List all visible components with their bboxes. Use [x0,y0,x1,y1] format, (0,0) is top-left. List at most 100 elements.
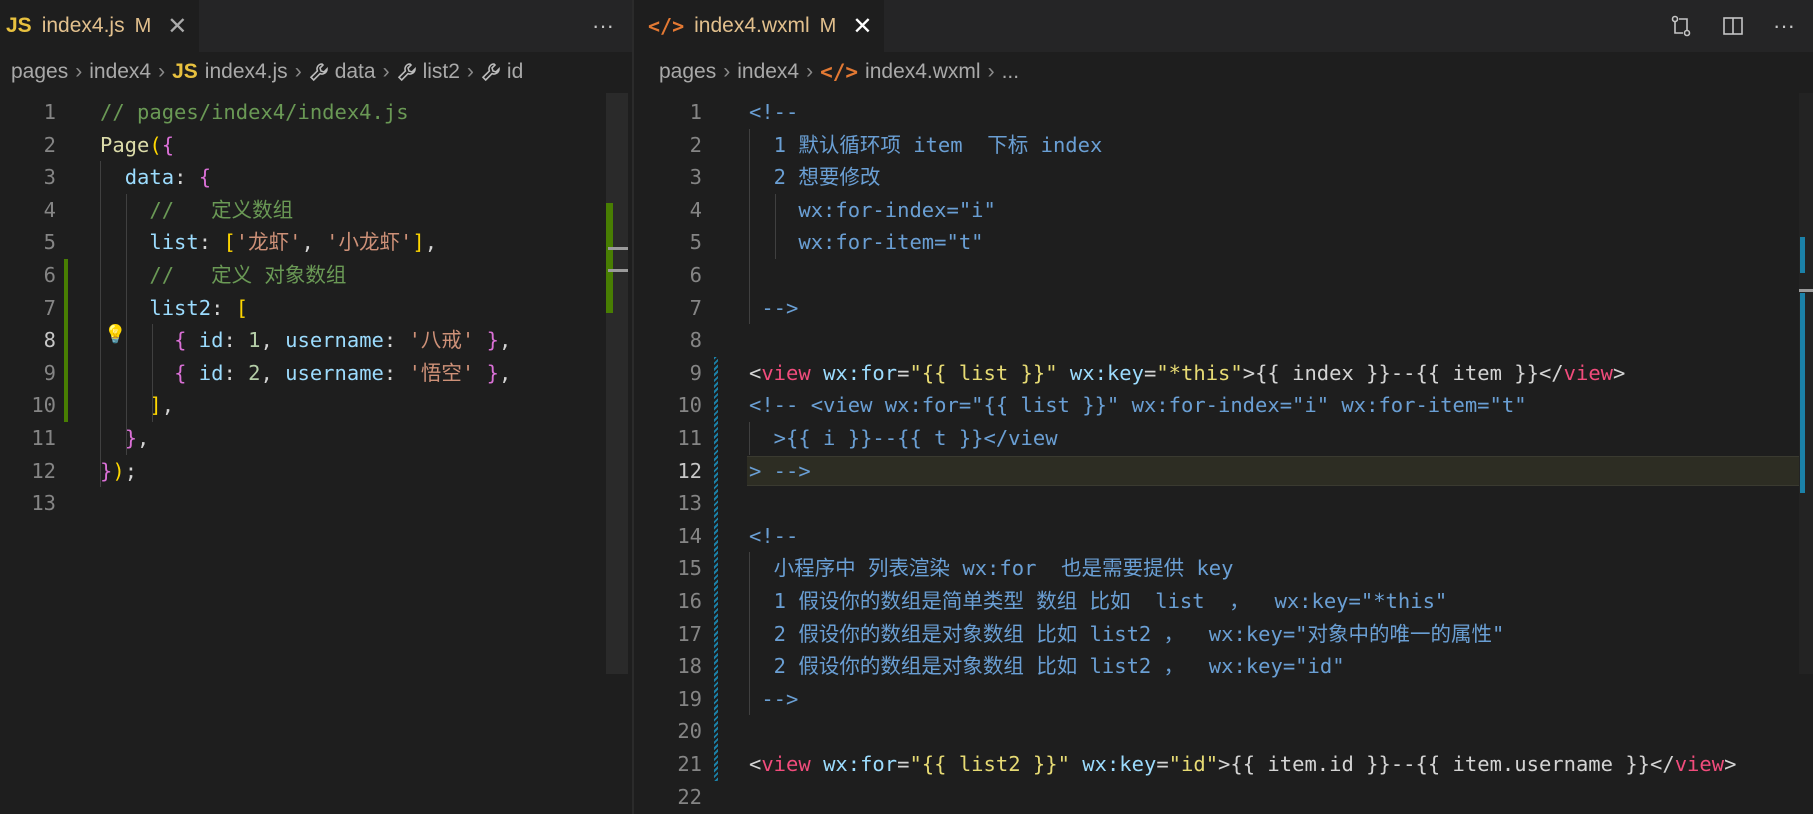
line-number: 6 [689,263,702,287]
breadcrumb-item[interactable]: JS index4.js [172,60,288,84]
chevron-right-icon: › [158,60,166,83]
code-line[interactable]: 6 [634,259,1813,292]
breadcrumb-item[interactable]: data [309,60,376,84]
minimap-selection-marker [608,247,628,250]
chevron-right-icon: › [806,60,814,83]
breadcrumb-item[interactable]: ... [1002,60,1020,84]
line-number: 11 [31,426,56,450]
code-line[interactable]: 13 [0,487,632,520]
chevron-right-icon: › [75,60,83,83]
code-line[interactable]: 16 1 假设你的数组是简单类型 数组 比如 list ， wx:key="*t… [634,585,1813,618]
more-actions-icon[interactable]: ··· [1773,13,1795,39]
close-icon[interactable]: ✕ [167,12,187,41]
lightbulb-icon[interactable]: 💡 [104,324,126,345]
code-line[interactable]: 5 wx:for-item="t" [634,226,1813,259]
code-text: { id: 1, username: '八戒' }, [174,328,512,353]
xml-file-icon: </> [820,60,859,84]
line-number: 4 [689,197,702,222]
breadcrumb-item[interactable]: pages [11,60,68,84]
line-number: 13 [31,491,56,516]
code-line[interactable]: 1 <!-- [634,96,1813,129]
breadcrumb-item[interactable]: list2 [397,60,460,84]
code-line[interactable]: 15 小程序中 列表渲染 wx:for 也是需要提供 key [634,552,1813,585]
code-line[interactable]: 21 <view wx:for="{{ list2 }}" wx:key="id"… [634,748,1813,781]
code-text: // pages/index4/index4.js [100,100,409,124]
line-number: 1 [689,100,702,124]
line-number: 21 [677,752,702,776]
code-line[interactable]: 8 { id: 1, username: '八戒' }, [0,324,632,357]
line-number: 7 [43,295,56,320]
code-line[interactable]: 14 <!-- [634,520,1813,553]
code-line[interactable]: 10 ], [0,389,632,422]
wrench-icon [309,63,328,82]
close-icon[interactable]: ✕ [852,12,872,41]
line-number: 2 [689,132,702,157]
code-text: // 定义数组 [100,197,294,222]
line-number: 5 [43,230,56,255]
code-line[interactable]: 5 list: ['龙虾', '小龙虾'], [0,226,632,259]
js-file-icon: JS [172,60,198,83]
code-text: <view wx:for="{{ list2 }}" wx:key="id">{… [749,752,1737,776]
code-editor[interactable]: 1 <!-- 2 1 默认循环项 item 下标 index 3 2 想要修改 4 wx… [634,93,1813,814]
code-text: list: ['龙虾', '小龙虾'], [149,230,438,255]
minimap-selection-marker [1799,289,1813,292]
code-line[interactable]: 4 // 定义数组 [0,194,632,227]
code-line[interactable]: 10 <!-- <view wx:for="{{ list }}" wx:for-… [634,389,1813,422]
code-line[interactable]: 18 2 假设你的数组是对象数组 比如 list2 ， wx:key="id" [634,650,1813,683]
breadcrumb: pages › index4 › JS index4.js › data › li… [0,52,632,92]
gutter-change-marker [714,356,718,781]
code-line[interactable]: 9 { id: 2, username: '悟空' }, [0,357,632,390]
line-number: 8 [689,328,702,353]
compare-changes-icon[interactable] [1669,14,1693,38]
code-line[interactable]: 12 > --> [634,455,1813,488]
code-line[interactable]: 11 >{{ i }}--{{ t }}</view [634,422,1813,455]
split-editor-icon[interactable] [1721,14,1745,38]
code-line[interactable]: 12}); [0,455,632,488]
code-line[interactable]: 4 wx:for-index="i" [634,194,1813,227]
code-text: <!-- [749,100,799,124]
breadcrumb-item[interactable]: pages [659,60,716,84]
code-line[interactable]: 3 data: { [0,161,632,194]
code-line[interactable]: 6 // 定义 对象数组 [0,259,632,292]
left-editor-group: JS index4.js M ✕ ··· pages › index4 › JS… [0,0,632,814]
indent-guide [100,161,101,488]
code-text: 1 假设你的数组是简单类型 数组 比如 list ， wx:key="*this… [749,589,1448,613]
code-line[interactable]: 7 list2: [ [0,292,632,325]
code-line[interactable]: 9 <view wx:for="{{ list }}" wx:key="*this… [634,357,1813,390]
code-text: data: { [124,165,212,190]
code-text: }, [124,426,150,450]
code-text: 小程序中 列表渲染 wx:for 也是需要提供 key [749,556,1234,581]
line-number: 12 [677,458,702,483]
code-line[interactable]: 2 Page({ [0,129,632,162]
more-actions-icon[interactable]: ··· [592,13,614,39]
vertical-scrollbar[interactable] [606,93,628,674]
code-line[interactable]: 11 }, [0,422,632,455]
modified-badge: M [819,14,837,37]
code-line[interactable]: 17 2 假设你的数组是对象数组 比如 list2 ， wx:key="对象中的… [634,618,1813,651]
code-line[interactable]: 7 --> [634,292,1813,325]
breadcrumb-item[interactable]: index4 [89,60,151,84]
code-line[interactable]: 13 [634,487,1813,520]
breadcrumb-item[interactable]: </> index4.wxml [820,60,980,84]
line-number: 9 [689,360,702,385]
breadcrumb-item[interactable]: index4 [737,60,799,84]
line-number: 20 [677,719,702,744]
code-line[interactable]: 22 [634,781,1813,814]
line-number: 10 [31,393,56,418]
tab-index4-wxml[interactable]: </> index4.wxml M ✕ [634,0,886,52]
code-line[interactable]: 8 [634,324,1813,357]
vertical-scrollbar[interactable] [1799,93,1813,674]
code-line[interactable]: 2 1 默认循环项 item 下标 index [634,129,1813,162]
tab-index4-js[interactable]: JS index4.js M ✕ [0,0,201,52]
line-number: 15 [677,556,702,581]
breadcrumb-item[interactable]: id [481,60,523,84]
gutter-change-marker [64,259,68,422]
code-line[interactable]: 1 // pages/index4/index4.js [0,96,632,129]
right-editor-group: </> index4.wxml M ✕ ··· pages › index4 ›… [634,0,1813,814]
tab-label: index4.wxml [694,14,810,37]
code-line[interactable]: 3 2 想要修改 [634,161,1813,194]
code-line[interactable]: 20 [634,715,1813,748]
code-line[interactable]: 19 --> [634,683,1813,716]
code-editor[interactable]: 1 // pages/index4/index4.js 2 Page({3 data:… [0,93,632,814]
code-text: 2 假设你的数组是对象数组 比如 list2 ， wx:key="对象中的唯一的… [749,621,1505,646]
